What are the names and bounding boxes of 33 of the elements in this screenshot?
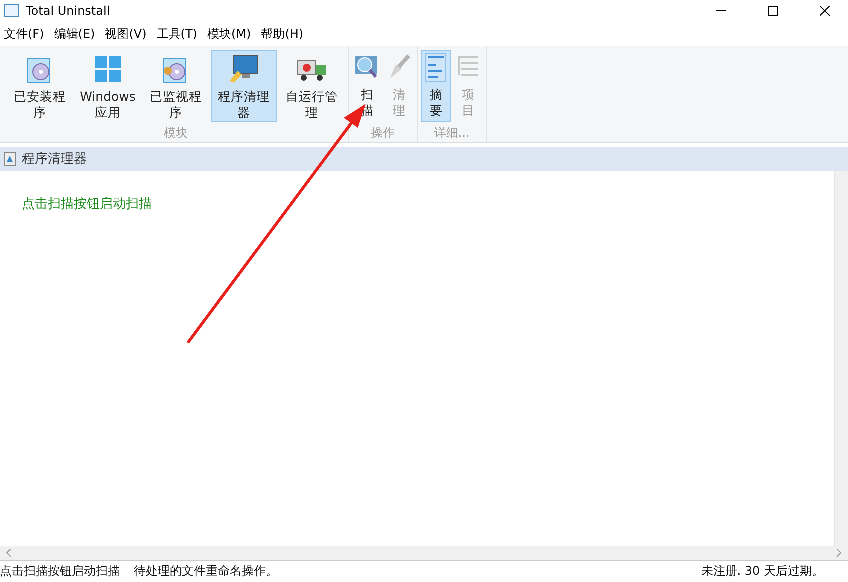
menu-item[interactable]: 工具(T) — [156, 26, 198, 42]
minimize-icon — [716, 10, 726, 12]
ribbon-button[interactable]: 自运行管理 — [279, 50, 345, 122]
window-title: Total Uninstall — [26, 4, 112, 18]
app-icon — [4, 3, 20, 19]
menu-item[interactable]: 视图(V) — [105, 26, 147, 42]
menu-item[interactable]: 帮助(H) — [261, 26, 304, 42]
menu-item[interactable]: 模块(M) — [208, 26, 252, 42]
scroll-left-icon[interactable] — [6, 549, 12, 557]
document-lines-icon — [423, 53, 449, 83]
close-icon — [820, 6, 830, 16]
monitor-broom-icon — [228, 53, 260, 85]
horizontal-scrollbar[interactable] — [0, 546, 848, 561]
group-label: 操作 — [370, 125, 396, 142]
vertical-scrollbar[interactable] — [834, 171, 848, 546]
status-text: 点击扫描按钮启动扫描 — [0, 563, 120, 580]
status-text: 待处理的文件重命名操作。 — [134, 563, 278, 580]
ribbon-button[interactable]: 程序清理器 — [211, 50, 277, 122]
status-text: 未注册. 30 天后过期。 — [701, 563, 824, 580]
scan-hint: 点击扫描按钮启动扫描 — [22, 197, 152, 212]
menu-item[interactable]: 编辑(E) — [54, 26, 96, 42]
panel-title: 程序清理器 — [22, 151, 87, 168]
ribbon-button[interactable]: 已安装程序 — [7, 50, 73, 122]
recycle-icon — [4, 152, 16, 166]
group-label: 模块 — [163, 125, 189, 142]
scroll-right-icon[interactable] — [836, 549, 842, 557]
group-label: 详细... — [433, 125, 471, 142]
ribbon-button[interactable]: 已监视程序 — [143, 50, 209, 122]
windows-tiles-icon — [92, 53, 124, 85]
ribbon-button[interactable]: 摘要 — [421, 50, 451, 122]
menu-item[interactable]: 文件(F) — [4, 26, 44, 42]
maximize-icon — [768, 6, 778, 16]
ribbon-button[interactable]: Windows 应用 — [75, 50, 141, 122]
